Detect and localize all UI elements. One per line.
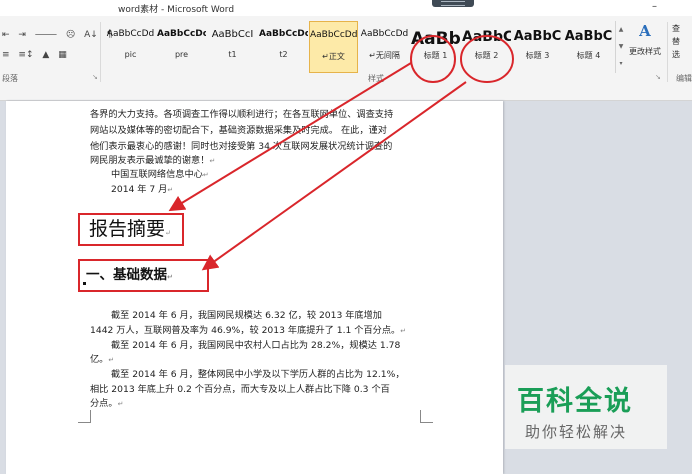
scroll-down-icon[interactable]: ▼ [616,38,626,55]
style-sample: AaBbCcI [211,29,254,40]
line-spacing-icon[interactable]: ≡↕ [18,50,33,60]
minimize-button[interactable]: – [652,1,657,12]
paragraph-dialog-launcher[interactable]: ↘ [92,73,98,81]
style-name: pre [174,50,189,59]
decrease-indent-icon[interactable]: ⇤ [2,30,10,40]
paragraph-line: 分点。↵ [90,398,124,409]
sort-icon[interactable]: A↓ [84,30,98,40]
window-title: word素材 - Microsoft Word [118,5,235,15]
style-sample: AaBbCcDd [360,29,409,39]
title-bar: word素材 - Microsoft Word – [0,0,692,16]
paragraph-line: 1442 万人，互联网普及率为 46.9%，较 2013 年底提升了 1.1 个… [90,325,407,336]
shading-icon[interactable]: ▲ [42,50,49,60]
styles-gallery: AaBbCcDd pic AaBbCcDc pre AaBbCcI t1 AaB… [104,21,622,73]
paragraph-line: 网民朋友表示最诚挚的谢意！↵ [90,155,216,166]
signature-org: 中国互联网络信息中心↵ [111,169,209,180]
distributed-align-icon[interactable]: ≡ [2,50,10,60]
style-sample: AaBb [411,29,460,49]
style-sample: AaBbCcDc [157,29,206,39]
style-tile-normal[interactable]: AaBbCcDd ↵正文 [309,21,358,73]
paragraph-line: 截至 2014 年 6 月，我国网民规模达 6.32 亿，较 2013 年底增加 [111,310,382,321]
paragraph-line: 相比 2013 年底上升 0.2 个百分点，而大专及以上人群占比下降 0.3 个… [90,384,390,395]
style-sample: AaBbCcDc [259,29,308,39]
watermark-main-text: 百科全说 [517,386,633,417]
style-name: ↵无间隔 [369,51,400,60]
crop-mark [420,410,433,423]
scroll-up-icon[interactable]: ▲ [616,21,626,38]
paragraph-group-label: 段落 [2,74,18,83]
group-divider [667,22,668,82]
styles-group-label: 样式 [368,74,384,83]
signature-date: 2014 年 7 月↵ [111,184,174,195]
group-divider [100,22,101,82]
asian-layout-icon[interactable]: ☹ [66,30,75,40]
chinese-layout-icon[interactable]: ⸻ [35,30,57,40]
style-sample: AaBbC [513,29,562,44]
style-sample: AaBbC [564,29,613,44]
paragraph-line: 网站以及媒体等的密切配合下，基础资源数据采集及时完成。 在此，谨对 [90,125,387,136]
paragraph-line: 截至 2014 年 6 月，我国网民中农村人口占比为 28.2%，规模达 1.7… [111,340,401,351]
watermark: 百科全说 助你轻松解决 [505,365,667,449]
paragraph-line: 截至 2014 年 6 月，整体网民中小学及以下学历人群的占比为 12.1%， [111,369,405,380]
heading-report-summary[interactable]: 报告摘要↵ [78,213,184,246]
paragraph-line: 亿。↵ [90,354,115,365]
increase-indent-icon[interactable]: ⇥ [18,30,26,40]
editing-group: 查 替 选 [672,22,680,61]
style-name: 标题 4 [576,51,601,60]
find-button[interactable]: 查 [672,22,680,35]
style-name: 标题 1 [423,51,448,60]
styles-dialog-launcher[interactable]: ↘ [655,73,661,81]
watermark-sub-text: 助你轻松解决 [525,423,628,441]
window-handle-icon[interactable] [432,0,474,7]
crop-mark [78,410,91,423]
style-tile-pre[interactable]: AaBbCcDc pre [157,21,206,73]
change-styles-label: 更改样式 [629,47,661,56]
borders-icon[interactable]: ▦ [58,50,67,60]
style-tile-t2[interactable]: AaBbCcDc t2 [259,21,308,73]
style-tile-heading-4[interactable]: AaBbC 标题 4 [564,21,613,73]
style-tile-heading-2[interactable]: AaBbC 标题 2 [462,21,511,73]
style-sample: AaBbCcDd [310,30,357,40]
style-tile-pic[interactable]: AaBbCcDd pic [106,21,155,73]
styles-gallery-scroll[interactable]: ▲ ▼ ▾ [615,21,626,73]
style-name: t1 [228,50,237,59]
replace-button[interactable]: 替 [672,35,680,48]
paragraph-line: 各界的大力支持。各项调查工作得以顺利进行；在各互联网单位、调查支持 [90,109,394,120]
style-name: t2 [279,50,288,59]
more-styles-icon[interactable]: ▾ [616,55,626,72]
change-styles-button[interactable]: A 更改样式 [627,20,663,76]
style-sample: AaBbC [462,29,511,45]
paragraph-tools-row-2: ≡ ≡↕ ▲ ▦ [2,50,73,60]
editing-group-label: 编辑 [676,74,692,83]
style-name: pic [124,50,137,59]
style-tile-no-spacing[interactable]: AaBbCcDd ↵无间隔 [360,21,409,73]
heading-basic-data[interactable]: 一、基础数据↵ [78,259,209,292]
style-sample: AaBbCcDd [106,29,155,39]
style-tile-heading-3[interactable]: AaBbC 标题 3 [513,21,562,73]
style-name: ↵正文 [322,52,345,61]
style-tile-t1[interactable]: AaBbCcI t1 [208,21,257,73]
style-name: 标题 3 [525,51,550,60]
select-button[interactable]: 选 [672,48,680,61]
change-styles-icon: A [639,22,651,40]
style-name: 标题 2 [474,51,499,60]
paragraph-line: 他们表示最衷心的感谢！同时也对接受第 34 次互联网发展状况统计调查的 [90,141,393,152]
style-tile-heading-1[interactable]: AaBb 标题 1 [411,21,460,73]
